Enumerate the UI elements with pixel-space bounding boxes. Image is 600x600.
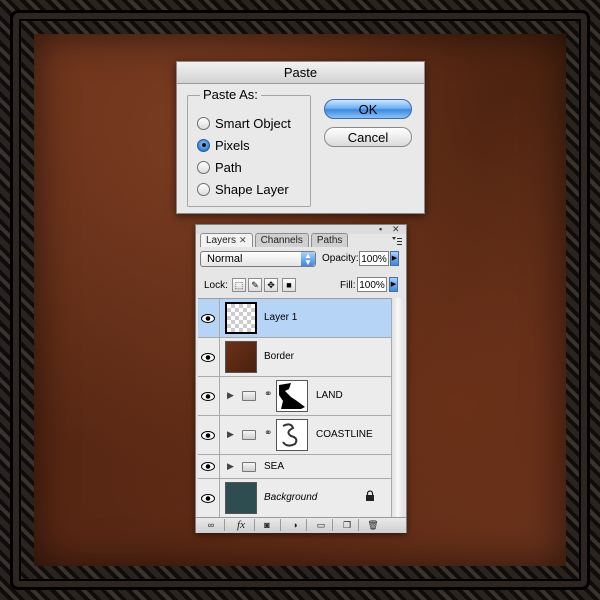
layer-group-sea[interactable]: ▶ SEA — [198, 455, 391, 479]
tab-paths[interactable]: Paths — [310, 233, 349, 247]
radio-button-selected[interactable] — [197, 138, 210, 152]
lock-position-icon[interactable]: ✥ — [264, 278, 278, 292]
separator — [224, 519, 225, 531]
radio-button[interactable] — [197, 160, 210, 174]
layer-name[interactable]: COASTLINE — [316, 429, 373, 440]
fill-input[interactable]: 100% — [357, 277, 387, 292]
blend-opacity-row: Normal ▲ ▼ Opacity: 100% ▶ — [200, 251, 402, 269]
radio-smart-object[interactable]: Smart Object — [197, 114, 291, 132]
paste-dialog: Paste Paste As: Smart Object Pixels Path… — [176, 61, 425, 214]
opacity-input[interactable]: 100% — [359, 251, 389, 266]
lock-image-icon[interactable]: ✎ — [248, 278, 262, 292]
folder-icon — [242, 430, 256, 440]
visibility-toggle[interactable] — [198, 299, 220, 337]
radio-button[interactable] — [197, 116, 210, 130]
land-shape — [279, 383, 305, 409]
panel-tabs: Layers ✕ Channels Paths — [200, 233, 350, 247]
layers-panel: ▪ ✕ Layers ✕ Channels Paths Normal ▲ ▼ Opa… — [195, 224, 407, 533]
layer-group-coastline[interactable]: ▶ ⚭ COASTLINE — [198, 416, 391, 455]
collapse-icon[interactable]: ▪ — [379, 225, 382, 234]
radio-path[interactable]: Path — [197, 158, 242, 176]
paste-as-label: Paste As: — [200, 87, 261, 102]
folder-icon — [242, 391, 256, 401]
tab-label: Layers — [206, 235, 237, 246]
lock-all-icon[interactable]: ■ — [282, 278, 296, 292]
paste-as-group: Paste As: Smart Object Pixels Path Shape… — [187, 87, 311, 207]
separator — [332, 519, 333, 531]
visibility-toggle[interactable] — [198, 416, 220, 454]
visibility-toggle[interactable] — [198, 377, 220, 415]
adjustment-icon[interactable]: ◑ — [288, 519, 302, 531]
radio-shape-layer[interactable]: Shape Layer — [197, 180, 289, 198]
panel-menu-icon[interactable] — [392, 237, 402, 245]
layer-name[interactable]: LAND — [316, 390, 343, 401]
eye-icon — [201, 392, 215, 401]
layer-name[interactable]: Border — [264, 351, 294, 362]
eye-icon — [201, 353, 215, 362]
expand-arrow-icon[interactable]: ▶ — [227, 429, 234, 440]
dialog-title: Paste — [177, 62, 424, 84]
layer-row-background[interactable]: Background — [198, 479, 391, 518]
radio-label: Pixels — [215, 137, 250, 153]
eye-icon — [201, 494, 215, 503]
eye-icon — [201, 431, 215, 440]
layer-thumbnail-transparent[interactable] — [225, 302, 257, 334]
lock-label: Lock: — [204, 280, 228, 291]
mask-thumbnail-land[interactable] — [276, 380, 308, 412]
eye-icon — [201, 314, 215, 323]
fx-icon[interactable]: fx — [232, 519, 250, 531]
mask-thumbnail-coastline[interactable] — [276, 419, 308, 451]
ok-button[interactable]: OK — [324, 99, 412, 119]
trash-icon[interactable]: 🗑 — [366, 519, 380, 531]
separator — [280, 519, 281, 531]
layer-name[interactable]: Background — [264, 492, 317, 503]
link-icon[interactable]: ∞ — [204, 519, 218, 531]
coastline-shape — [282, 423, 298, 447]
new-layer-icon[interactable]: ❐ — [340, 519, 354, 531]
layers-bottom-toolbar: ∞ fx ◙ ◑ ▭ ❐ 🗑 — [196, 517, 406, 533]
updown-arrow-icon: ▲ ▼ — [301, 252, 315, 267]
tab-layers[interactable]: Layers ✕ — [200, 233, 253, 247]
blend-mode-value: Normal — [207, 253, 243, 265]
radio-label: Path — [215, 159, 242, 175]
opacity-slider-button[interactable]: ▶ — [390, 251, 399, 266]
cancel-button[interactable]: Cancel — [324, 127, 412, 147]
mask-link-icon[interactable]: ⚭ — [264, 389, 272, 400]
layer-thumbnail-background[interactable] — [225, 482, 257, 514]
eye-icon — [201, 462, 215, 471]
visibility-toggle[interactable] — [198, 455, 220, 478]
layer-thumbnail-leather[interactable] — [225, 341, 257, 373]
mask-link-icon[interactable]: ⚭ — [264, 428, 272, 439]
radio-label: Shape Layer — [215, 181, 289, 197]
layer-name[interactable]: Layer 1 — [264, 312, 297, 323]
layers-scrollbar[interactable] — [391, 298, 404, 517]
tab-channels[interactable]: Channels — [254, 233, 309, 247]
visibility-toggle[interactable] — [198, 338, 220, 376]
folder-icon — [242, 462, 256, 472]
mask-icon[interactable]: ◙ — [260, 519, 274, 531]
separator — [358, 519, 359, 531]
lock-icon — [366, 490, 374, 501]
opacity-label: Opacity: — [322, 253, 359, 264]
radio-label: Smart Object — [215, 115, 291, 131]
layer-group-land[interactable]: ▶ ⚭ LAND — [198, 377, 391, 416]
layer-row-border[interactable]: Border — [198, 338, 391, 377]
separator — [306, 519, 307, 531]
fill-label: Fill: — [340, 280, 356, 291]
radio-pixels[interactable]: Pixels — [197, 136, 250, 154]
radio-button[interactable] — [197, 182, 210, 196]
blend-mode-select[interactable]: Normal ▲ ▼ — [200, 251, 316, 267]
visibility-toggle[interactable] — [198, 479, 220, 518]
separator — [254, 519, 255, 531]
tab-close-icon[interactable]: ✕ — [239, 235, 247, 245]
fill-slider-button[interactable]: ▶ — [389, 277, 398, 292]
layers-list: Layer 1 Border ▶ ⚭ LAND ▶ ⚭ COASTLINE ▶ … — [198, 298, 391, 518]
lock-transparent-icon[interactable]: ⬚ — [232, 278, 246, 292]
expand-arrow-icon[interactable]: ▶ — [227, 461, 234, 472]
layer-row-layer-1[interactable]: Layer 1 — [198, 299, 391, 338]
close-panel-icon[interactable]: ✕ — [392, 225, 400, 234]
layer-name[interactable]: SEA — [264, 461, 284, 472]
expand-arrow-icon[interactable]: ▶ — [227, 390, 234, 401]
new-group-icon[interactable]: ▭ — [314, 519, 328, 531]
